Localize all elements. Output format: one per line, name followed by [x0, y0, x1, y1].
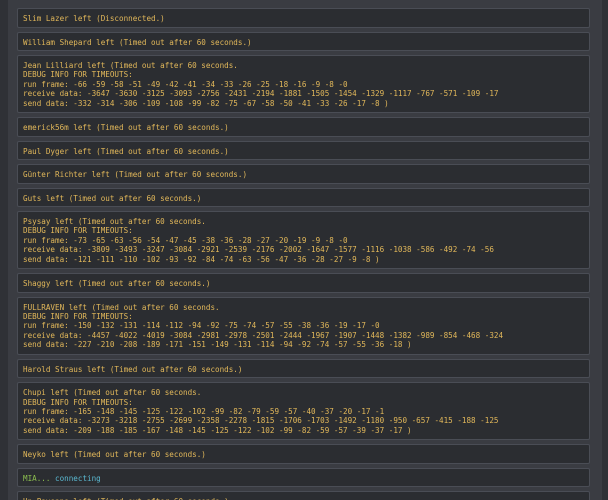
- log-message: Chupi left (Timed out after 60 seconds.: [23, 388, 202, 398]
- log-entry: Shaggy left (Timed out after 60 seconds.…: [17, 273, 590, 293]
- debug-line: send data: -209 -188 -185 -167 -148 -145…: [23, 425, 412, 435]
- log-message: Guts left (Timed out after 60 seconds.): [23, 193, 202, 203]
- log-entry: MIA... connecting: [17, 467, 590, 488]
- log-entry: Harold Straus left (Timed out after 60 s…: [17, 358, 590, 379]
- debug-line: send data: -121 -111 -110 -102 -93 -92 -…: [23, 254, 380, 264]
- log-entry: Psysay left (Timed out after 60 seconds.…: [17, 211, 590, 270]
- connect-line: MIA... connecting: [23, 474, 583, 483]
- connection-status: connecting: [55, 473, 101, 483]
- right-rail: [602, 0, 608, 500]
- debug-line: run frame: -165 -148 -145 -125 -122 -102…: [23, 406, 385, 416]
- log-message: Psysay left (Timed out after 60 seconds.: [23, 217, 206, 227]
- log-entry: Slim Lazer left (Disconnected.): [17, 8, 590, 28]
- log-message: Slim Lazer left (Disconnected.): [23, 14, 165, 23]
- log-message: FULLRAVEN left (Timed out after 60 secon…: [23, 302, 220, 312]
- debug-line: send data: -332 -314 -306 -109 -108 -99 …: [23, 98, 389, 108]
- log-entry: Guts left (Timed out after 60 seconds.): [17, 187, 590, 208]
- debug-line: DEBUG INFO FOR TIMEOUTS:: [23, 311, 133, 321]
- log-message: emerick56m left (Timed out after 60 seco…: [23, 123, 229, 133]
- debug-line: receive data: -3273 -3218 -2755 -2699 -2…: [23, 416, 499, 426]
- debug-line: receive data: -3809 -3493 -3247 -3084 -2…: [23, 245, 494, 255]
- log-message: Harold Straus left (Timed out after 60 s…: [23, 364, 243, 374]
- log-entry: Chupi left (Timed out after 60 seconds. D…: [17, 382, 590, 441]
- log-message: Paul Dyger left (Timed out after 60 seco…: [23, 146, 229, 156]
- log-message: William Shepard left (Timed out after 60…: [23, 37, 252, 47]
- log-list[interactable]: Slim Lazer left (Disconnected.) William S…: [17, 8, 590, 500]
- debug-line: run frame: -66 -59 -58 -51 -49 -42 -41 -…: [23, 79, 348, 89]
- log-message: Jean Lilliard left (Timed out after 60 s…: [23, 61, 238, 70]
- log-entry: FULLRAVEN left (Timed out after 60 secon…: [17, 296, 590, 355]
- log-message: Günter Richter left (Timed out after 60 …: [23, 170, 248, 180]
- log-entry: Un Paysans left (Timed out after 60 seco…: [17, 491, 590, 500]
- debug-line: run frame: -150 -132 -131 -114 -112 -94 …: [23, 321, 380, 331]
- debug-line: DEBUG INFO FOR TIMEOUTS:: [23, 397, 133, 407]
- debug-line: DEBUG INFO FOR TIMEOUTS:: [23, 70, 133, 80]
- log-entry: Neyko left (Timed out after 60 seconds.): [17, 444, 590, 464]
- debug-line: send data: -227 -210 -208 -189 -171 -151…: [23, 340, 412, 350]
- debug-line: run frame: -73 -65 -63 -56 -54 -47 -45 -…: [23, 235, 348, 245]
- debug-line: DEBUG INFO FOR TIMEOUTS:: [23, 226, 133, 236]
- debug-line: receive data: -3647 -3630 -3125 -3093 -2…: [23, 89, 499, 99]
- log-entry: emerick56m left (Timed out after 60 seco…: [17, 117, 590, 137]
- player-name: MIA...: [23, 473, 51, 483]
- chat-log-window: Slim Lazer left (Disconnected.) William S…: [0, 0, 608, 500]
- left-rail: [0, 0, 8, 500]
- log-entry: William Shepard left (Timed out after 60…: [17, 31, 590, 51]
- log-entry: Paul Dyger left (Timed out after 60 seco…: [17, 140, 590, 161]
- log-message: Shaggy left (Timed out after 60 seconds.…: [23, 279, 211, 289]
- log-entry: Günter Richter left (Timed out after 60 …: [17, 164, 590, 184]
- log-entry: Jean Lilliard left (Timed out after 60 s…: [17, 55, 590, 114]
- log-message: Neyko left (Timed out after 60 seconds.): [23, 450, 206, 460]
- debug-line: receive data: -4457 -4022 -4019 -3084 -2…: [23, 330, 504, 340]
